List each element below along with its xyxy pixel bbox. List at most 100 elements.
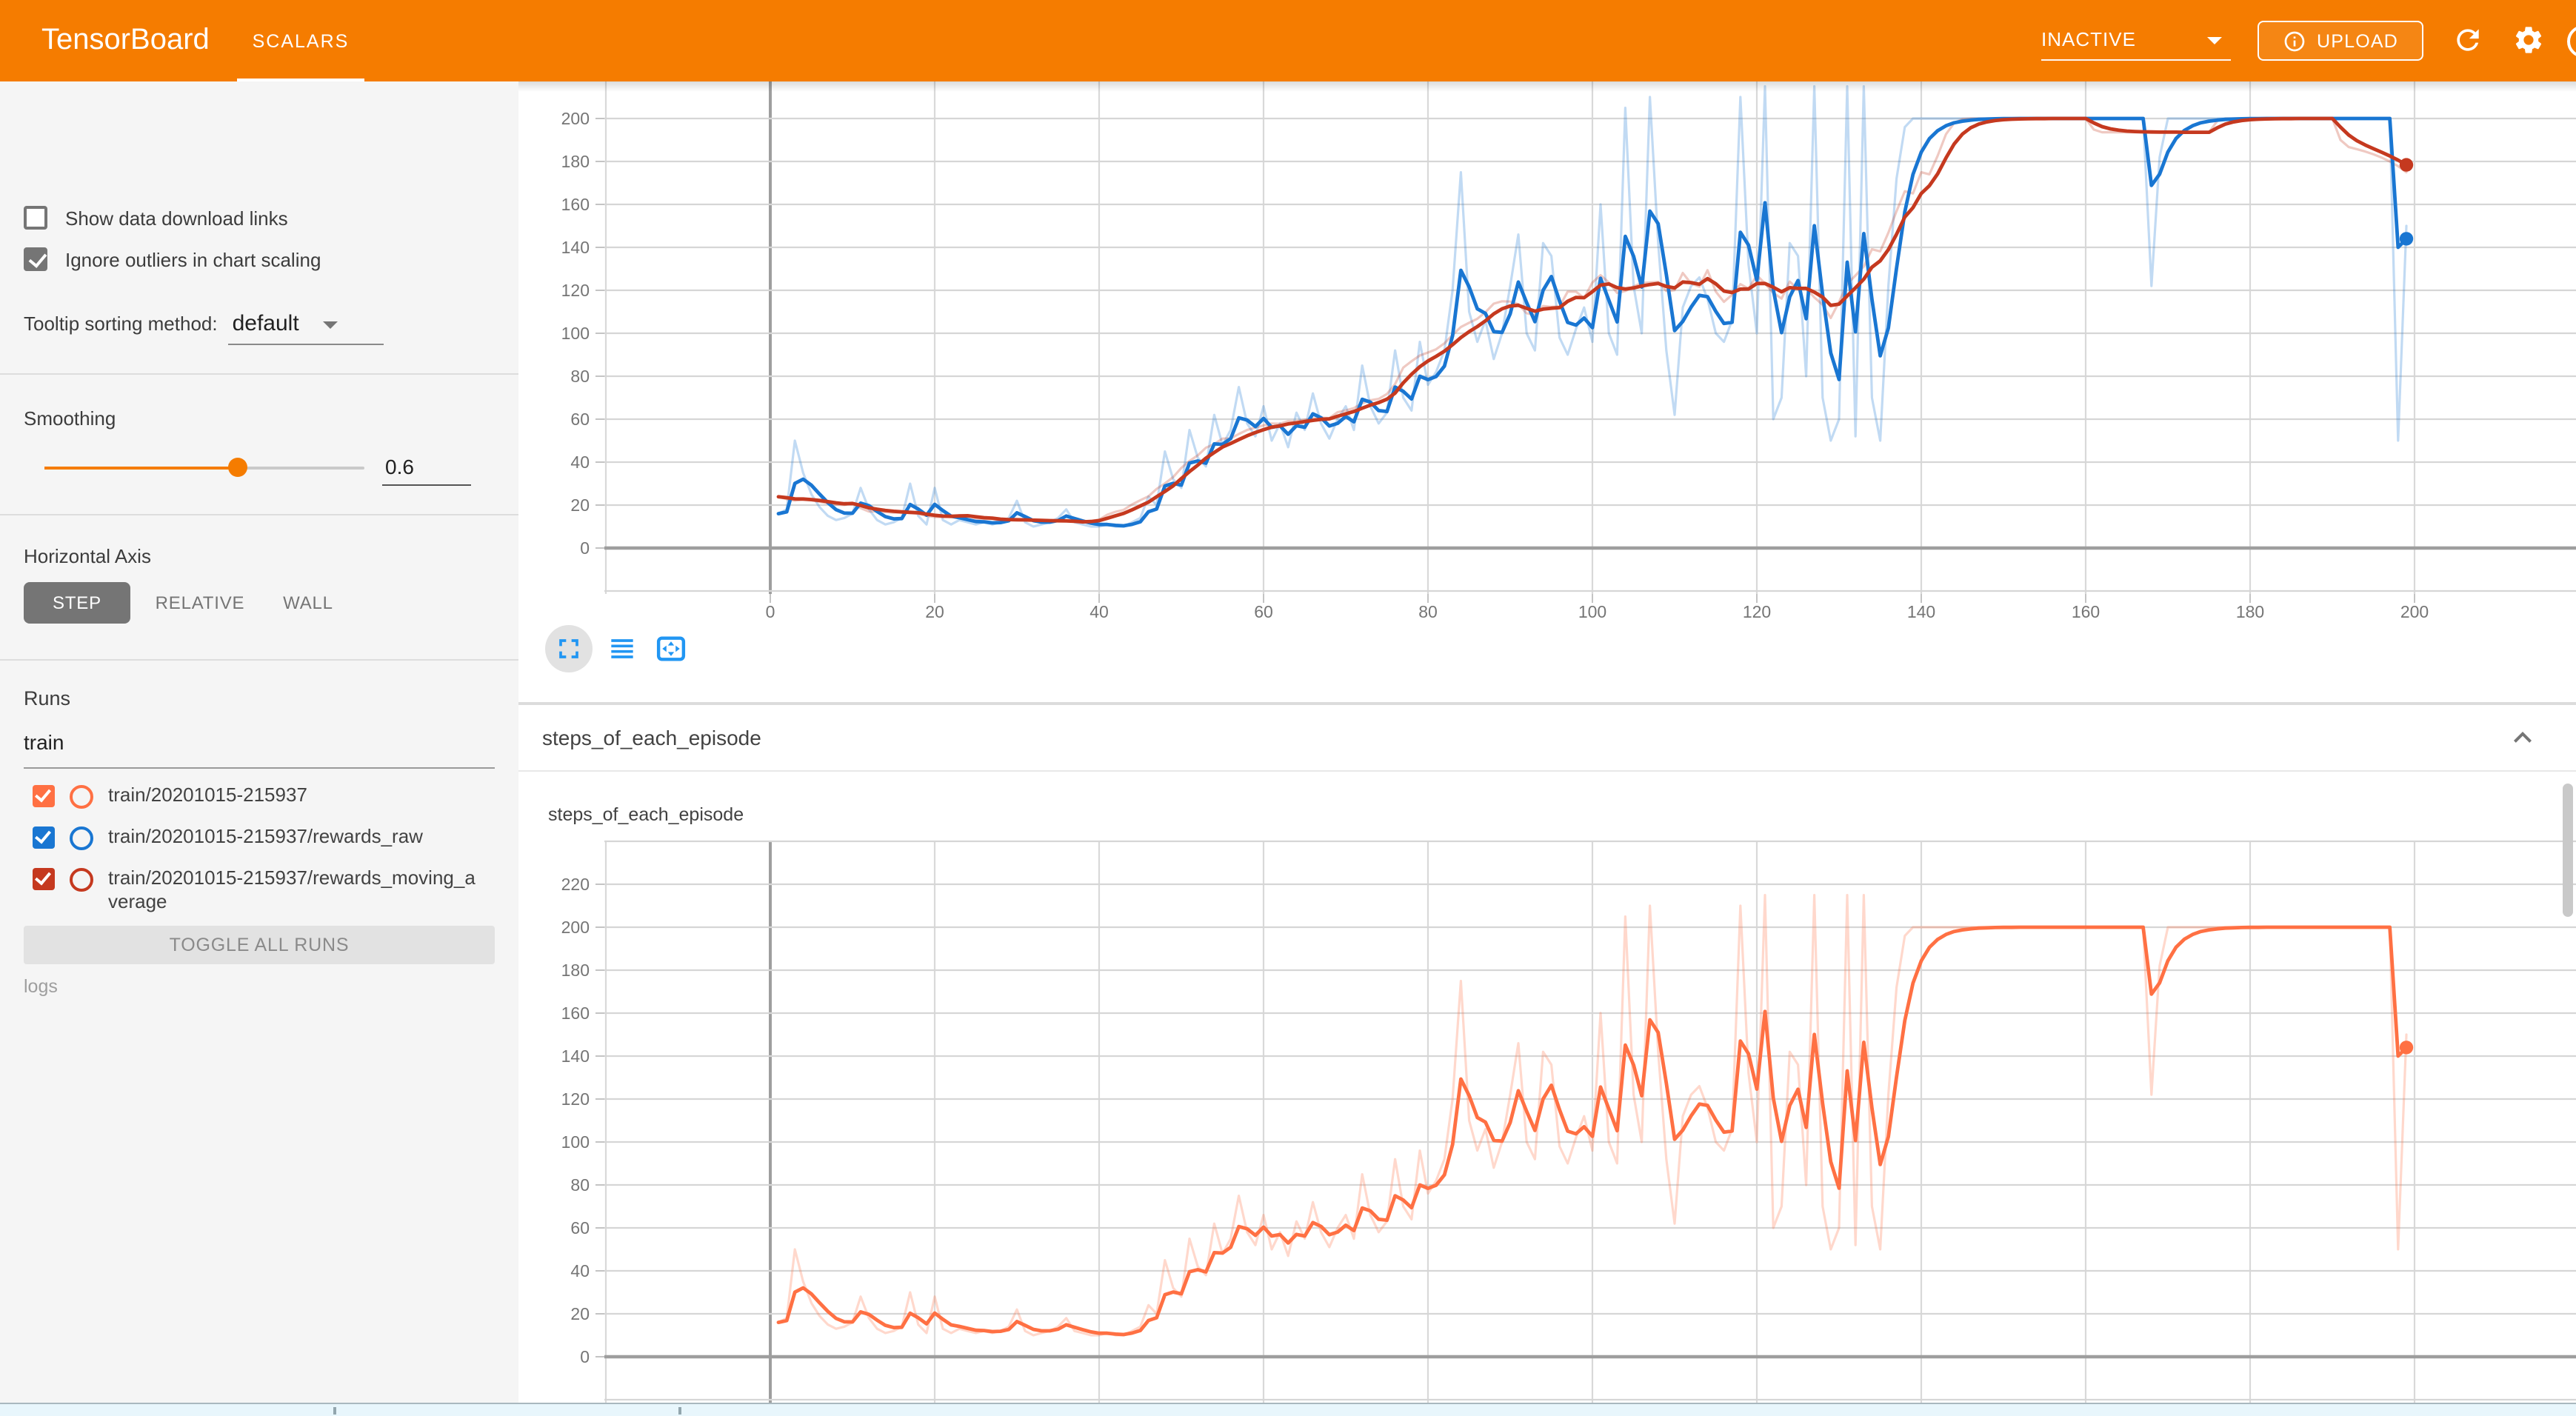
y-axis-tick-label: 0: [580, 1347, 590, 1366]
tooltip-sorting-label: Tooltip sorting method:: [24, 313, 218, 335]
bottom-scrollbar[interactable]: [0, 1403, 2576, 1416]
y-axis-tick-label: 160: [561, 1003, 590, 1023]
run-color-circle[interactable]: [70, 826, 93, 850]
chevron-up-icon[interactable]: [2505, 720, 2540, 755]
status-dropdown-value: INACTIVE: [2041, 28, 2136, 50]
series-end-dot: [2400, 158, 2413, 171]
chart-plot-area[interactable]: [778, 895, 2413, 1335]
run-label: train/20201015-215937/rewards_raw: [108, 825, 481, 849]
dropdown-underline: [228, 344, 384, 345]
chevron-down-icon: [323, 321, 338, 329]
y-axis-tick-label: 0: [580, 538, 590, 558]
smoothing-slider-fill: [44, 467, 236, 470]
help-icon[interactable]: [2567, 25, 2576, 58]
axis-mode-relative-button[interactable]: RELATIVE: [142, 582, 258, 624]
input-underline: [382, 484, 471, 486]
info-icon: [2283, 29, 2306, 53]
scalar-chart[interactable]: 020406080100120140160180200220: [561, 841, 2576, 1416]
scalar-chart[interactable]: 0 20 40 60 80 100 120 140 160 180 200 0 20 40 60 80 100 1…: [561, 81, 2576, 621]
section-header-steps-of-each-episode[interactable]: steps_of_each_episode: [518, 705, 2576, 772]
runs-list: train/20201015-215937 train/20201015-2159…: [24, 784, 501, 931]
run-color-circle[interactable]: [70, 868, 93, 892]
fullscreen-icon: [553, 632, 585, 665]
tooltip-sorting-row: Tooltip sorting method: default: [24, 311, 358, 336]
x-axis-tick-label: 80: [1418, 602, 1438, 621]
run-row[interactable]: train/20201015-215937: [24, 784, 501, 809]
x-axis-tick-label: 180: [2236, 602, 2264, 621]
x-axis-tick-label: 100: [1578, 602, 1606, 621]
tab-scalars-label: SCALARS: [253, 31, 350, 52]
tab-scalars[interactable]: SCALARS: [237, 0, 364, 81]
smoothing-value-input[interactable]: 0.6: [385, 455, 471, 478]
show-data-download-links-checkbox[interactable]: [24, 206, 47, 230]
refresh-icon[interactable]: [2452, 24, 2484, 56]
smoothing-label: Smoothing: [24, 407, 116, 430]
x-axis-tick-label: 200: [2400, 602, 2429, 621]
input-underline: [24, 767, 495, 769]
toggle-all-runs-button[interactable]: TOGGLE ALL RUNS: [24, 926, 495, 964]
tab-active-underline: [237, 79, 364, 81]
y-axis-tick-label: 120: [561, 281, 590, 300]
chevron-down-icon: [2207, 37, 2222, 44]
run-checkbox[interactable]: [33, 826, 55, 849]
run-checkbox[interactable]: [33, 868, 55, 890]
status-dropdown[interactable]: INACTIVE: [2041, 21, 2231, 59]
y-axis-tick-label: 60: [570, 410, 590, 429]
y-axis-tick-label: 220: [561, 875, 590, 894]
tensorboard-app: 0 20 40 60 80 100 120 140 160 180 200 0 20 40 60 80 100 1…: [0, 0, 2576, 1416]
ignore-outliers-checkbox[interactable]: [24, 247, 47, 271]
axis-mode-wall-button[interactable]: WALL: [267, 582, 350, 624]
x-axis-tick-label: 60: [1254, 602, 1273, 621]
smoothing-slider-thumb[interactable]: [227, 458, 247, 477]
y-axis-tick-label: 100: [561, 1132, 590, 1152]
divider: [0, 373, 518, 375]
run-color-circle[interactable]: [70, 785, 93, 809]
axis-labels: 0 20 40 60 80 100 120 140 160 180 200 0 20 40 60 80 100 1…: [561, 109, 2429, 621]
smoothing-value: 0.6: [385, 455, 414, 478]
chart-toolbar: [545, 624, 690, 674]
y-axis-tick-label: 40: [570, 452, 590, 472]
y-axis-tick-label: 140: [561, 1046, 590, 1066]
data-table-icon[interactable]: [606, 632, 638, 665]
y-axis-tick-label: 100: [561, 324, 590, 343]
x-axis-tick-label: 120: [1743, 602, 1771, 621]
chart-card-title: steps_of_each_episode: [548, 804, 744, 825]
run-row[interactable]: train/20201015-215937/rewards_moving_ave…: [24, 866, 501, 915]
run-row[interactable]: train/20201015-215937/rewards_raw: [24, 825, 501, 850]
app-title: TensorBoard: [41, 0, 210, 81]
scroll-tick: [333, 1407, 336, 1415]
run-checkbox[interactable]: [33, 785, 55, 807]
pan-zoom-icon[interactable]: [652, 632, 690, 665]
y-axis-tick-label: 160: [561, 195, 590, 214]
scroll-tick: [678, 1407, 681, 1415]
runs-section-label: Runs: [24, 687, 70, 709]
y-axis-tick-label: 80: [570, 367, 590, 386]
axis-mode-step-button[interactable]: STEP: [24, 582, 130, 624]
tooltip-sorting-dropdown[interactable]: default: [233, 311, 358, 336]
expand-chart-button[interactable]: [545, 625, 593, 672]
chart-plot-area[interactable]: [778, 87, 2413, 527]
x-axis-tick-label: 40: [1090, 602, 1109, 621]
divider: [0, 514, 518, 515]
section-title: steps_of_each_episode: [542, 726, 761, 749]
run-label: train/20201015-215937: [108, 784, 481, 808]
smoothing-slider[interactable]: [44, 467, 364, 470]
x-axis-tick-label: 20: [925, 602, 944, 621]
y-axis-tick-label: 180: [561, 152, 590, 171]
gear-icon[interactable]: [2512, 24, 2545, 56]
x-axis-tick-label: 160: [2072, 602, 2100, 621]
y-axis-tick-label: 140: [561, 238, 590, 257]
run-label: train/20201015-215937/rewards_moving_ave…: [108, 866, 481, 915]
upload-button[interactable]: UPLOAD: [2258, 21, 2423, 61]
y-axis-tick-label: 20: [570, 495, 590, 515]
upload-button-label: UPLOAD: [2317, 30, 2398, 51]
axis-labels: 020406080100120140160180200220: [561, 875, 604, 1366]
status-dropdown-underline: [2041, 59, 2231, 61]
logs-label: logs: [24, 976, 58, 997]
main-scrollbar-thumb[interactable]: [2563, 784, 2573, 917]
show-data-download-links-label: Show data download links: [65, 207, 288, 229]
runs-filter-input[interactable]: train: [24, 730, 495, 754]
y-axis-tick-label: 180: [561, 961, 590, 980]
x-axis-tick-label: 0: [766, 602, 775, 621]
runs-filter-value: train: [24, 730, 64, 754]
